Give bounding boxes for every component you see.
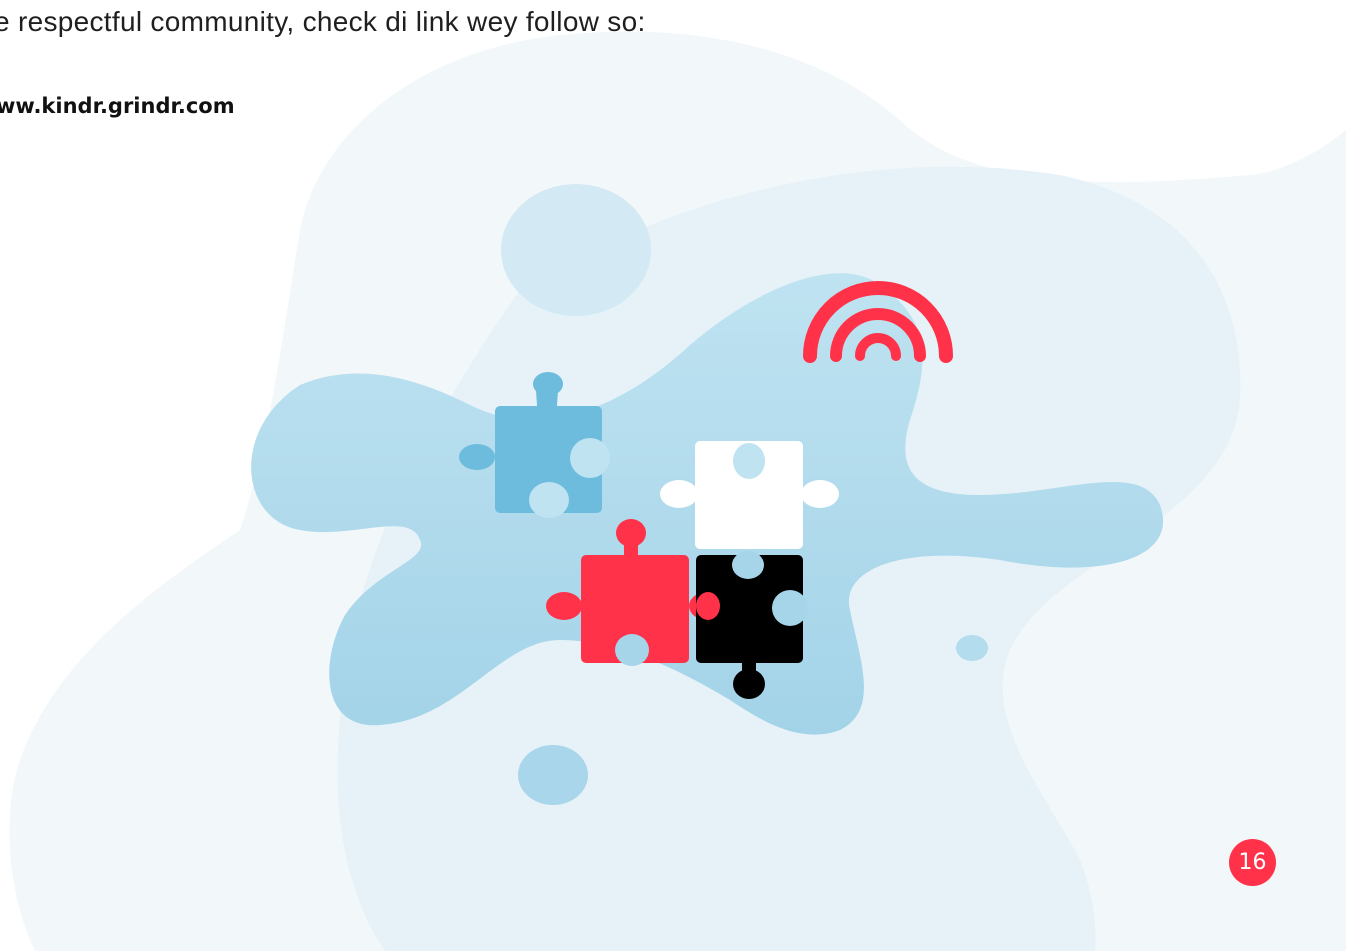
intro-text: e respectful community, check di link we… bbox=[0, 6, 646, 37]
kindr-link[interactable]: ww.kindr.grindr.com bbox=[0, 94, 235, 118]
illustration bbox=[9, 31, 1346, 951]
blob-bottom bbox=[518, 745, 588, 805]
page-number-badge: 16 bbox=[1229, 839, 1276, 886]
document-page: e respectful community, check di link we… bbox=[0, 0, 1346, 951]
blob-top bbox=[501, 184, 651, 316]
blob-dot bbox=[956, 635, 988, 661]
